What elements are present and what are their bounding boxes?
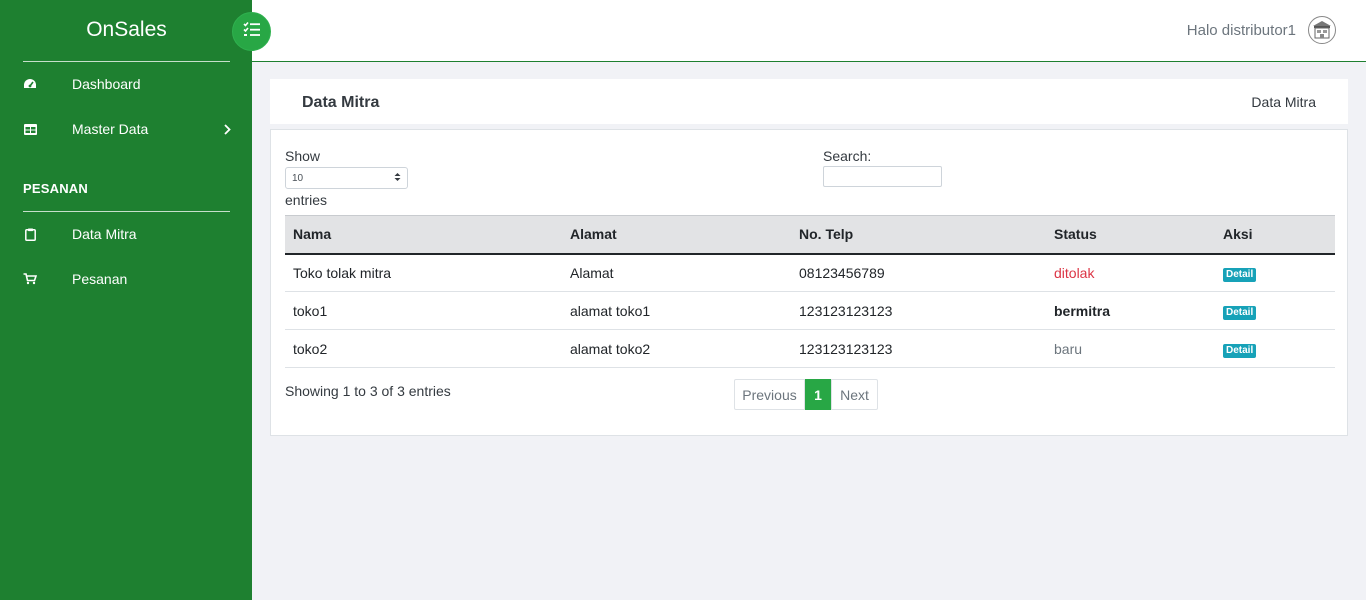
table-icon bbox=[22, 121, 38, 137]
cell-nama: toko2 bbox=[285, 329, 562, 368]
chevron-right-icon bbox=[222, 123, 232, 135]
topbar: Halo distributor1 bbox=[252, 0, 1366, 62]
user-greeting[interactable]: Halo distributor1 bbox=[1187, 22, 1296, 39]
pagination-page-button[interactable]: 1 bbox=[805, 379, 831, 410]
sidebar-divider bbox=[23, 61, 230, 62]
table-row: toko1 alamat toko1 123123123123 bermitra… bbox=[285, 291, 1335, 330]
sidebar-toggle-button[interactable] bbox=[232, 12, 271, 51]
cell-status: baru bbox=[1046, 329, 1215, 368]
cell-telp: 123123123123 bbox=[791, 291, 1046, 330]
entries-label: entries bbox=[285, 192, 328, 208]
pagination-previous-button[interactable]: Previous bbox=[734, 379, 805, 410]
cell-aksi: Detail bbox=[1215, 329, 1335, 368]
column-header-alamat[interactable]: Alamat bbox=[562, 215, 791, 255]
sidebar-item-label: Data Mitra bbox=[72, 226, 137, 242]
cell-telp: 08123456789 bbox=[791, 253, 1046, 292]
clipboard-icon bbox=[22, 226, 38, 242]
show-label: Show bbox=[285, 148, 321, 164]
column-header-nama[interactable]: Nama bbox=[285, 215, 562, 255]
sidebar-item-pesanan[interactable]: Pesanan bbox=[0, 261, 252, 297]
cell-alamat: Alamat bbox=[562, 253, 791, 292]
entries-length-value: 10 bbox=[292, 173, 304, 184]
sidebar-divider bbox=[23, 211, 230, 212]
cell-status: bermitra bbox=[1046, 291, 1215, 330]
data-mitra-card: Show 10 entries Search: Nama Alamat No. … bbox=[270, 129, 1348, 436]
store-avatar-icon[interactable] bbox=[1308, 16, 1336, 44]
tachometer-icon bbox=[22, 76, 38, 92]
column-header-aksi[interactable]: Aksi bbox=[1215, 215, 1335, 255]
detail-button[interactable]: Detail bbox=[1223, 267, 1257, 282]
sidebar-item-label: Pesanan bbox=[72, 271, 128, 287]
sidebar-item-label: Master Data bbox=[72, 121, 149, 137]
breadcrumb: Data Mitra bbox=[1251, 94, 1316, 110]
sidebar-item-label: Dashboard bbox=[72, 76, 141, 92]
search-label: Search: bbox=[823, 148, 872, 164]
table-row: toko2 alamat toko2 123123123123 baru Det… bbox=[285, 329, 1335, 368]
pagination: Previous 1 Next bbox=[734, 379, 878, 410]
cell-aksi: Detail bbox=[1215, 253, 1335, 292]
entries-length-select[interactable]: 10 bbox=[285, 167, 408, 189]
table-header-row: Nama Alamat No. Telp Status Aksi bbox=[285, 215, 1335, 255]
table-info: Showing 1 to 3 of 3 entries bbox=[285, 383, 451, 399]
cart-icon bbox=[22, 271, 38, 287]
cell-aksi: Detail bbox=[1215, 291, 1335, 330]
column-header-no-telp[interactable]: No. Telp bbox=[791, 215, 1046, 255]
cell-telp: 123123123123 bbox=[791, 329, 1046, 368]
cell-status: ditolak bbox=[1046, 253, 1215, 292]
cell-alamat: alamat toko2 bbox=[562, 329, 791, 368]
sidebar: OnSales Dashboard Master Data PESANAN Da… bbox=[0, 0, 252, 600]
detail-button[interactable]: Detail bbox=[1223, 343, 1257, 358]
page-header: Data Mitra Data Mitra bbox=[270, 79, 1348, 124]
select-caret-icon bbox=[394, 172, 401, 182]
search-input[interactable] bbox=[823, 166, 942, 187]
cell-nama: toko1 bbox=[285, 291, 562, 330]
data-mitra-table: Nama Alamat No. Telp Status Aksi Toko to… bbox=[285, 215, 1335, 368]
detail-button[interactable]: Detail bbox=[1223, 305, 1257, 320]
column-header-status[interactable]: Status bbox=[1046, 215, 1215, 255]
cell-alamat: alamat toko1 bbox=[562, 291, 791, 330]
sidebar-item-data-mitra[interactable]: Data Mitra bbox=[0, 216, 252, 252]
page-title: Data Mitra bbox=[302, 94, 380, 111]
list-check-icon bbox=[242, 21, 261, 42]
sidebar-item-master-data[interactable]: Master Data bbox=[0, 111, 252, 147]
sidebar-section-label: PESANAN bbox=[23, 181, 88, 196]
sidebar-item-dashboard[interactable]: Dashboard bbox=[0, 66, 252, 102]
brand-logo[interactable]: OnSales bbox=[23, 18, 230, 42]
table-row: Toko tolak mitra Alamat 08123456789 dito… bbox=[285, 253, 1335, 292]
cell-nama: Toko tolak mitra bbox=[285, 253, 562, 292]
pagination-next-button[interactable]: Next bbox=[831, 379, 878, 410]
